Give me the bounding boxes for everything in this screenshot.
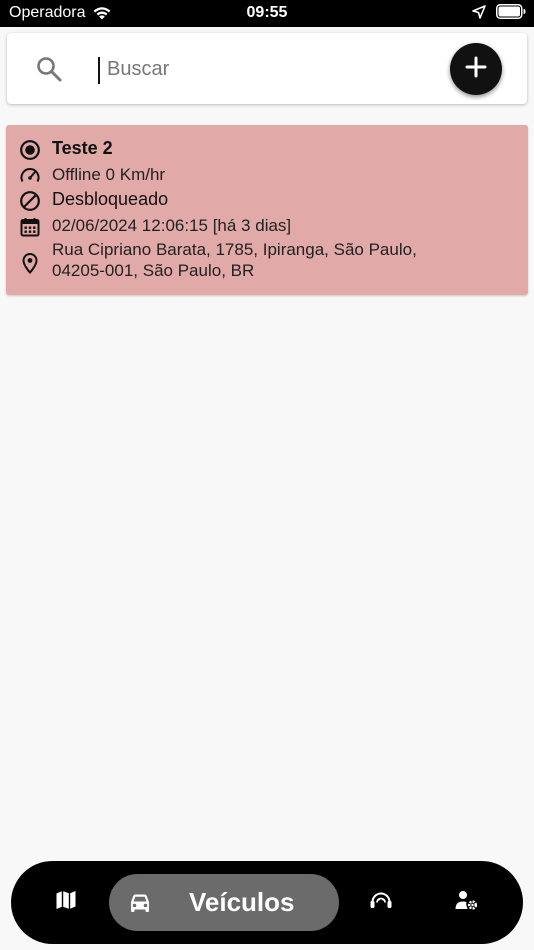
vehicle-name: Teste 2 <box>52 138 113 158</box>
nav-user-settings[interactable] <box>436 861 496 944</box>
vehicle-datetime: 02/06/2024 12:06:15 [há 3 dias] <box>52 216 292 235</box>
calendar-icon <box>18 215 42 239</box>
vehicle-lock-row: Desbloqueado <box>18 189 168 213</box>
location-pin-icon <box>18 251 42 275</box>
vehicle-title-row: Teste 2 <box>18 138 113 162</box>
block-icon <box>18 189 42 213</box>
vehicle-card[interactable]: Teste 2 Offline 0 Km/hr Desbloqueado 02/… <box>6 125 528 295</box>
nav-map[interactable] <box>36 861 96 944</box>
user-settings-icon <box>454 889 478 916</box>
plus-icon <box>465 56 487 83</box>
nav-support[interactable] <box>351 861 411 944</box>
status-bar: Operadora 09:55 <box>0 0 534 27</box>
battery-icon <box>496 4 526 24</box>
address-line-2: 04205-001, São Paulo, BR <box>52 261 255 280</box>
radio-target-icon <box>18 138 42 162</box>
text-caret <box>98 57 100 84</box>
wifi-icon <box>92 5 112 21</box>
search-bar <box>7 33 527 104</box>
map-icon <box>55 889 77 916</box>
status-right <box>472 4 526 24</box>
add-vehicle-button[interactable] <box>450 43 502 95</box>
vehicle-speed-row: Offline 0 Km/hr <box>18 164 165 188</box>
speedometer-icon <box>18 164 42 188</box>
support-agent-icon <box>369 889 393 916</box>
vehicle-speed-status: Offline 0 Km/hr <box>52 165 166 184</box>
vehicle-lock-status: Desbloqueado <box>52 189 169 209</box>
address-line-1: Rua Cipriano Barata, 1785, Ipiranga, São… <box>52 240 417 259</box>
car-icon <box>127 892 153 914</box>
carrier-label: Operadora <box>9 4 86 21</box>
search-icon <box>35 55 63 83</box>
vehicle-address-row: Rua Cipriano Barata, 1785, Ipiranga, São… <box>18 239 417 281</box>
vehicle-datetime-row: 02/06/2024 12:06:15 [há 3 dias] <box>18 215 291 239</box>
bottom-navigation: Veículos <box>11 861 523 944</box>
vehicle-address: Rua Cipriano Barata, 1785, Ipiranga, São… <box>52 239 417 281</box>
nav-vehicles[interactable]: Veículos <box>109 874 339 931</box>
nav-vehicles-label: Veículos <box>189 887 295 917</box>
status-left: Operadora <box>9 4 112 22</box>
location-arrow-icon <box>472 4 486 24</box>
search-input[interactable] <box>103 51 433 87</box>
